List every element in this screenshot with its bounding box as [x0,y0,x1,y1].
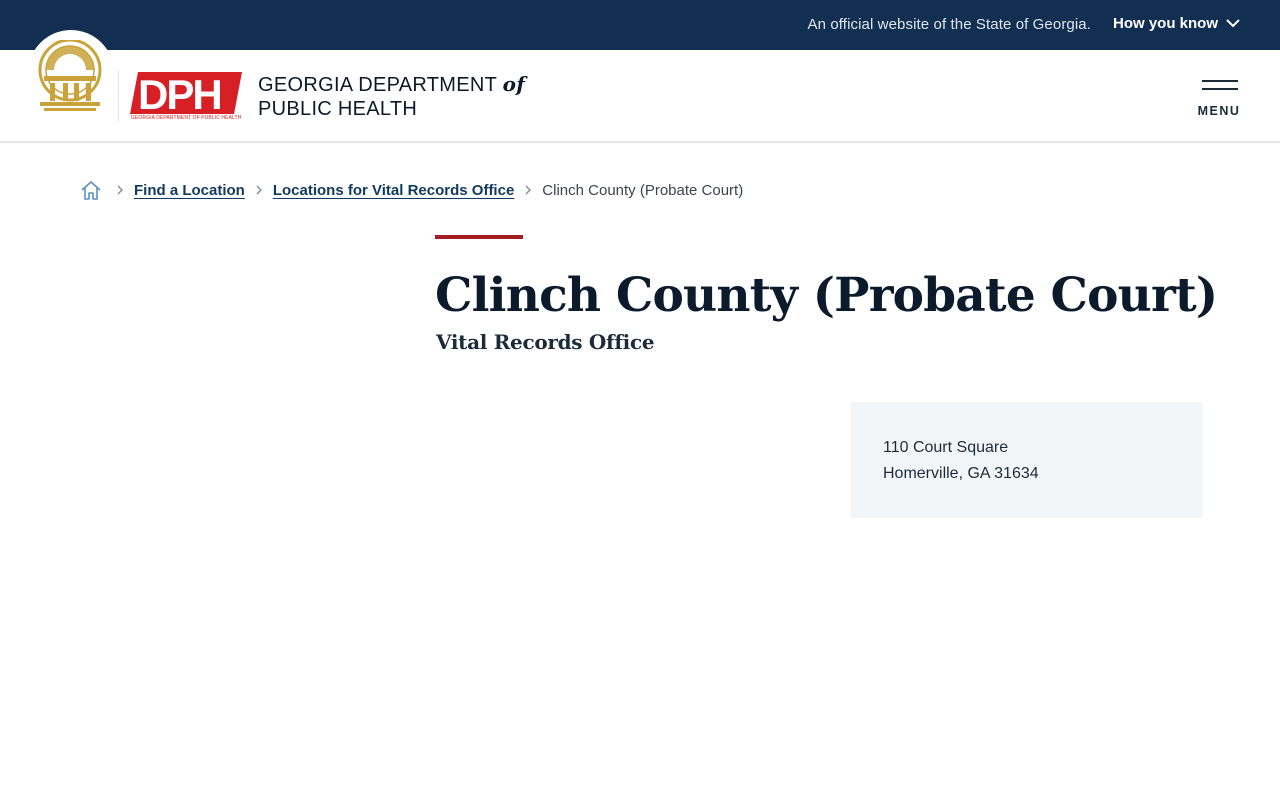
address-city-state-zip: Homerville, GA 31634 [883,465,1039,482]
dph-tagline: GEORGIA DEPARTMENT OF PUBLIC HEALTH [131,115,242,121]
logo-divider [118,70,119,122]
breadcrumb-current: Clinch County (Probate Court) [542,181,744,199]
page-subtitle: Vital Records Office [436,330,655,354]
chevron-right-icon [255,185,263,195]
how-you-know-button[interactable]: How you know [1113,15,1240,32]
chevron-right-icon [524,185,532,195]
title-accent-bar [435,235,523,239]
hamburger-icon [1202,80,1238,82]
address-card: 110 Court Square Homerville, GA 31634 [851,402,1203,518]
dph-logo-mark: DPH [130,71,242,118]
hamburger-icon-bar [1202,88,1238,90]
menu-label: MENU [1197,104,1241,118]
how-you-know-label: How you know [1113,15,1218,32]
site-header: DPH GEORGIA DEPARTMENT OF PUBLIC HEALTH … [0,30,1280,143]
georgia-seal-icon [38,40,102,111]
official-banner: An official website of the State of Geor… [0,0,1280,50]
svg-text:DPH: DPH [138,71,221,114]
breadcrumb-find-a-location[interactable]: Find a Location [134,182,245,199]
breadcrumb-vital-records-locations[interactable]: Locations for Vital Records Office [273,182,514,199]
menu-button[interactable]: MENU [1197,78,1241,122]
agency-name[interactable]: GEORGIA DEPARTMENT of PUBLIC HEALTH [258,72,525,121]
official-website-text: An official website of the State of Geor… [807,16,1091,33]
chevron-right-icon [116,185,124,195]
agency-name-line1: GEORGIA DEPARTMENT [258,74,497,96]
home-icon[interactable] [80,180,102,200]
address-street: 110 Court Square [883,439,1009,456]
chevron-down-icon [1226,15,1240,32]
georgia-seal-logo[interactable] [28,30,114,116]
breadcrumb: Find a Location Locations for Vital Reco… [80,179,743,201]
agency-name-of: of [502,72,526,96]
agency-name-line2: PUBLIC HEALTH [258,98,418,120]
page-title: Clinch County (Probate Court) [435,268,1218,323]
dph-logo[interactable]: DPH [130,70,242,119]
